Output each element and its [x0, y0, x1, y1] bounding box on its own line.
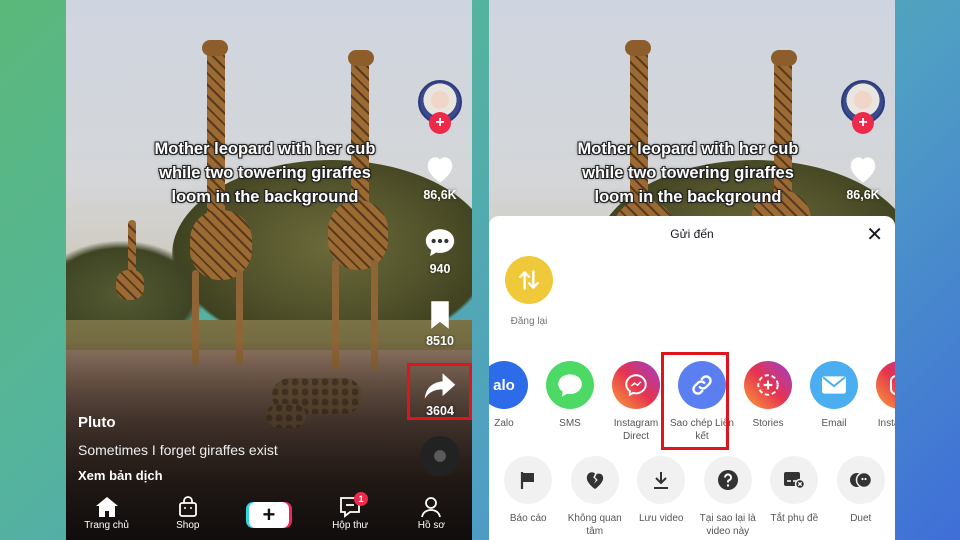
inbox-badge: 1 — [354, 492, 369, 506]
like-button[interactable]: 86,6K — [423, 154, 457, 202]
messenger-icon — [612, 361, 660, 409]
duet-icon — [836, 456, 885, 504]
email-icon — [810, 361, 858, 409]
captions-off-label: Tắt phụ đề — [770, 513, 819, 524]
heart-icon — [850, 157, 876, 183]
stories-icon — [744, 361, 792, 409]
copy-link-highlight — [661, 352, 729, 450]
repost-button[interactable]: Đăng lại — [505, 256, 553, 327]
nav-home-label: Trang chủ — [84, 520, 129, 531]
share-sms[interactable]: SMS — [537, 361, 603, 443]
broken-heart-icon — [570, 456, 619, 504]
share-sms-label: SMS — [559, 418, 581, 429]
heart-icon — [427, 157, 453, 183]
share-instagram-direct[interactable]: Instagram Direct — [603, 361, 669, 443]
video-description: Sometimes I forget giraffes exist — [78, 442, 278, 458]
like-count: 86,6K — [846, 188, 880, 202]
profile-icon — [421, 497, 442, 518]
giraffe-head — [771, 50, 797, 66]
flag-icon — [504, 456, 553, 504]
nav-shop-label: Shop — [176, 520, 200, 531]
comment-bubble-icon — [425, 229, 455, 257]
zalo-icon: alo — [489, 361, 528, 409]
why-this-video-button[interactable]: Tại sao lại là video này — [695, 456, 762, 538]
share-zalo-label: Zalo — [494, 418, 514, 429]
video-caption: Mother leopard with her cub while two to… — [577, 140, 799, 206]
share-zalo[interactable]: alo Zalo — [489, 361, 537, 443]
duet-label: Duet — [850, 513, 872, 524]
repost-label: Đăng lại — [510, 316, 548, 327]
nav-create[interactable]: + — [237, 496, 301, 528]
follow-button[interactable]: + — [852, 112, 874, 134]
comment-button[interactable]: 940 — [423, 226, 457, 276]
instagram-icon — [876, 361, 895, 409]
like-count: 86,6K — [423, 188, 457, 202]
why-this-video-label: Tại sao lại là video này — [699, 513, 756, 537]
duet-button[interactable]: Duet — [828, 456, 895, 538]
share-sheet: Gửi đến ✕ Đăng lại alo Zalo SMS Instagra… — [489, 216, 895, 540]
save-button[interactable]: 8510 — [426, 300, 454, 348]
giraffe-body — [190, 210, 252, 280]
share-stories[interactable]: Stories — [735, 361, 801, 443]
download-icon — [637, 456, 686, 504]
creator-avatar[interactable]: + — [418, 80, 462, 134]
save-count: 8510 — [426, 334, 454, 348]
save-video-button[interactable]: Lưu video — [628, 456, 695, 538]
report-label: Báo cáo — [509, 513, 547, 524]
share-email-label: Email — [821, 418, 847, 429]
like-button[interactable]: 86,6K — [846, 154, 880, 202]
share-sheet-title: Gửi đến — [670, 227, 714, 241]
share-email[interactable]: Email — [801, 361, 867, 443]
sms-icon — [546, 361, 594, 409]
giraffe-head — [625, 40, 651, 56]
not-interested-button[interactable]: Không quan tâm — [562, 456, 629, 538]
repost-icon — [505, 256, 553, 304]
nav-home[interactable]: Trang chủ — [75, 496, 139, 531]
follow-button[interactable]: + — [429, 112, 451, 134]
action-rail: + 86,6K — [839, 80, 887, 202]
shop-bag-icon — [178, 496, 197, 517]
nav-inbox-label: Hộp thư — [332, 520, 369, 531]
bookmark-icon — [431, 301, 449, 329]
captions-off-button[interactable]: Tắt phụ đề — [761, 456, 828, 538]
see-translation-link[interactable]: Xem bản dịch — [78, 468, 278, 483]
giraffe-small-body — [116, 270, 144, 300]
share-button-highlight — [407, 363, 472, 420]
nav-shop[interactable]: Shop — [156, 496, 220, 531]
comment-count: 940 — [429, 262, 451, 276]
close-icon[interactable]: ✕ — [866, 222, 883, 247]
save-video-label: Lưu video — [638, 513, 684, 524]
nav-profile[interactable]: Hồ sơ — [399, 496, 463, 531]
create-plus-icon[interactable]: + — [248, 502, 289, 528]
giraffe-head — [348, 50, 374, 66]
report-button[interactable]: Báo cáo — [495, 456, 562, 538]
not-interested-label: Không quan tâm — [567, 513, 622, 537]
captions-off-icon — [770, 456, 819, 504]
phone-screen-share-sheet: Mother leopard with her cub while two to… — [489, 0, 895, 540]
more-actions-row: Báo cáo Không quan tâm Lưu video Tại sao… — [495, 456, 894, 538]
music-disc[interactable] — [420, 436, 460, 476]
share-stories-label: Stories — [752, 418, 784, 429]
giraffe-head — [202, 40, 228, 56]
share-instagram[interactable]: Instagram — [867, 361, 895, 443]
nav-inbox[interactable]: 1 Hộp thư — [318, 492, 382, 531]
video-info: Pluto Sometimes I forget giraffes exist … — [78, 414, 278, 483]
bottom-nav: Trang chủ Shop + 1 Hộp thư Hồ sơ — [66, 492, 472, 540]
share-instagram-direct-label: Instagram Direct — [613, 418, 659, 442]
question-icon — [703, 456, 752, 504]
home-icon — [95, 497, 118, 517]
video-caption: Mother leopard with her cub while two to… — [154, 140, 376, 206]
creator-avatar[interactable]: + — [841, 80, 885, 134]
creator-username[interactable]: Pluto — [78, 414, 278, 431]
share-instagram-label: Instagram — [877, 418, 895, 429]
phone-screen-video: Mother leopard with her cub while two to… — [66, 0, 472, 540]
nav-profile-label: Hồ sơ — [417, 520, 445, 531]
